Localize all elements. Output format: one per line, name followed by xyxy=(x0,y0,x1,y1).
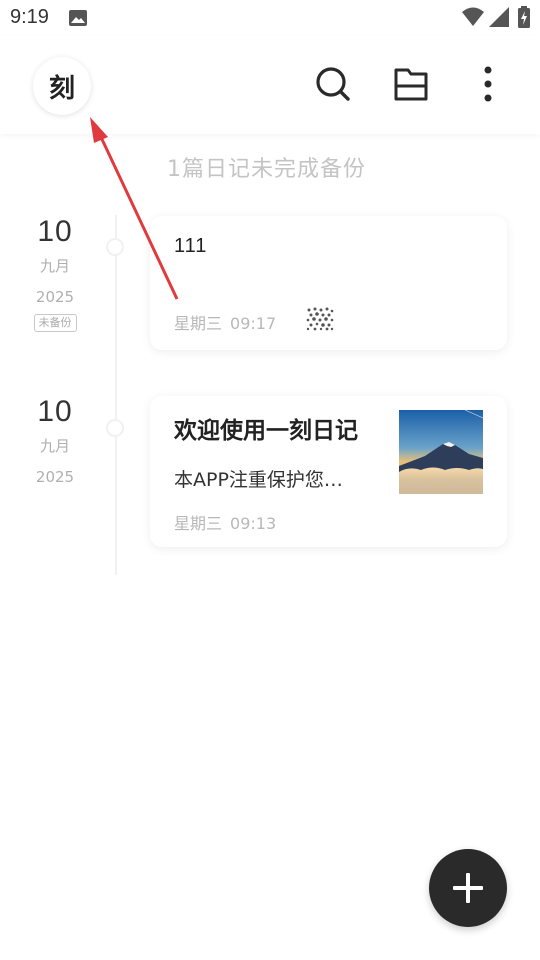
app-logo-button[interactable]: 刻 xyxy=(33,57,91,115)
backup-notice[interactable]: 1篇日记未完成备份 xyxy=(167,151,366,183)
entry-thumbnail xyxy=(399,410,483,494)
entry-time: 09:13 xyxy=(230,514,277,533)
timeline-dot xyxy=(106,419,124,437)
date-block: 10 九月 2025 未备份 xyxy=(20,215,90,332)
wifi-icon xyxy=(462,7,484,26)
signal-icon xyxy=(489,7,509,27)
date-day: 10 xyxy=(37,395,73,428)
search-icon[interactable] xyxy=(315,66,351,102)
entry-meta: 星期三 09:17 xyxy=(174,310,276,334)
entry-weekday: 星期三 xyxy=(174,514,223,533)
date-month: 九月 xyxy=(39,257,70,275)
logo-char: 刻 xyxy=(48,73,75,104)
date-block: 10 九月 2025 xyxy=(20,395,90,486)
entry-time: 09:17 xyxy=(230,314,277,333)
folder-icon[interactable] xyxy=(393,66,429,102)
hail-icon xyxy=(306,307,334,331)
timeline-line xyxy=(115,215,117,575)
image-icon xyxy=(69,10,87,26)
date-month: 九月 xyxy=(39,437,70,455)
diary-screen: 9:19 刻 1篇日记未完成备份 10 九月 2025 未备份 111 星期三 … xyxy=(0,0,540,960)
timeline-dot xyxy=(106,238,124,256)
entry-meta: 星期三 09:13 xyxy=(174,510,276,534)
date-year: 2025 xyxy=(35,288,75,306)
date-year: 2025 xyxy=(35,468,75,486)
date-day: 10 xyxy=(37,215,73,248)
add-entry-button[interactable] xyxy=(429,849,507,927)
status-bar: 9:19 xyxy=(0,0,540,36)
status-time: 9:19 xyxy=(10,6,49,28)
more-vertical-icon[interactable] xyxy=(470,66,506,102)
entry-excerpt: 本APP注重保护您… xyxy=(174,469,343,491)
battery-charging-icon xyxy=(518,6,530,28)
unbacked-badge: 未备份 xyxy=(33,314,77,332)
diary-entry-card[interactable]: 欢迎使用一刻日记 本APP注重保护您… 星期三 09:13 xyxy=(150,396,507,547)
app-header: 刻 xyxy=(0,36,540,134)
plus-icon xyxy=(453,873,483,903)
entry-title: 欢迎使用一刻日记 xyxy=(174,418,358,444)
diary-entry-card[interactable]: 111 星期三 09:17 xyxy=(150,216,507,350)
entry-title: 111 xyxy=(174,235,208,257)
entry-weekday: 星期三 xyxy=(174,314,223,333)
